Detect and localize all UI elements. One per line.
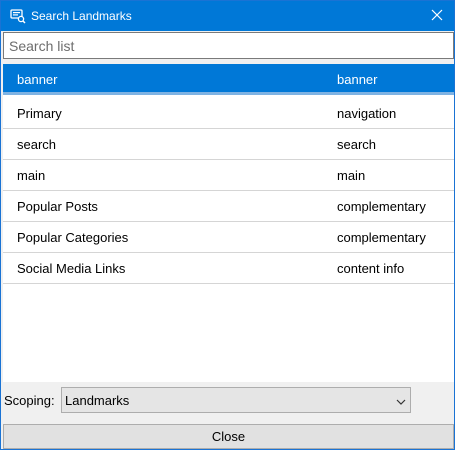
search-field[interactable] bbox=[3, 32, 454, 59]
landmark-name: main bbox=[17, 168, 46, 183]
title-bar: Search Landmarks bbox=[1, 1, 454, 31]
list-item[interactable]: Primary navigation bbox=[3, 98, 454, 129]
landmark-list[interactable]: banner banner Primary navigation search … bbox=[3, 64, 454, 382]
list-item[interactable]: Popular Posts complementary bbox=[3, 191, 454, 222]
list-item[interactable]: banner banner bbox=[3, 64, 454, 95]
landmark-role: search bbox=[337, 137, 377, 152]
dialog-title: Search Landmarks bbox=[31, 9, 132, 23]
scoping-dropdown[interactable]: Landmarks bbox=[61, 387, 411, 413]
scoping-label: Scoping: bbox=[4, 393, 55, 408]
close-button[interactable]: Close bbox=[3, 424, 454, 449]
close-window-button[interactable] bbox=[420, 1, 454, 31]
landmark-role: content info bbox=[337, 261, 405, 276]
scoping-selected-value: Landmarks bbox=[65, 393, 130, 408]
chevron-down-icon bbox=[396, 395, 406, 405]
landmark-name: Social Media Links bbox=[17, 261, 126, 276]
landmark-search-icon bbox=[10, 8, 26, 24]
landmark-role: main bbox=[337, 168, 366, 183]
landmark-role: banner bbox=[337, 72, 378, 87]
landmark-role: complementary bbox=[337, 199, 426, 214]
list-item[interactable]: search search bbox=[3, 129, 454, 160]
list-item[interactable]: main main bbox=[3, 160, 454, 191]
landmark-name: Primary bbox=[17, 106, 62, 121]
list-item[interactable]: Popular Categories complementary bbox=[3, 222, 454, 253]
landmark-name: banner bbox=[17, 72, 58, 87]
landmark-role: navigation bbox=[337, 106, 397, 121]
landmark-name: search bbox=[17, 137, 57, 152]
search-input[interactable] bbox=[4, 33, 453, 58]
list-item[interactable]: Social Media Links content info bbox=[3, 253, 454, 284]
landmark-name: Popular Categories bbox=[17, 230, 129, 245]
landmark-role: complementary bbox=[337, 230, 426, 245]
close-icon bbox=[431, 9, 443, 24]
close-button-label: Close bbox=[211, 429, 246, 444]
landmark-name: Popular Posts bbox=[17, 199, 98, 214]
search-landmarks-dialog: Search Landmarks banner banner Primary n… bbox=[0, 0, 455, 450]
